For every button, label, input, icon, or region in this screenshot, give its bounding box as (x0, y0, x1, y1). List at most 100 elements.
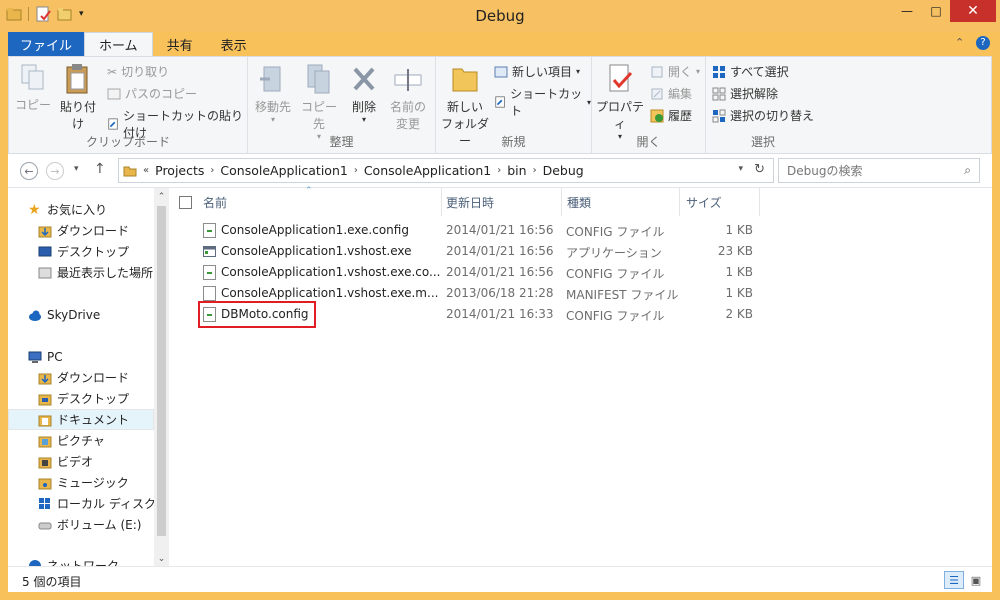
help-icon[interactable]: ? (976, 36, 990, 50)
chevron-right-icon[interactable]: › (210, 165, 214, 176)
file-type: MANIFEST ファイル (566, 288, 679, 302)
breadcrumb-bin[interactable]: bin (507, 163, 526, 178)
recent-locations-dropdown-icon[interactable]: ▾ (74, 164, 79, 174)
copy-to-icon (307, 64, 330, 94)
edit-button[interactable]: 編集 (650, 85, 692, 102)
delete-button[interactable]: 削除 ▾ (346, 63, 382, 124)
nav-pc-volume-e-label: ボリューム (E:) (57, 518, 142, 532)
refresh-icon[interactable]: ↻ (754, 162, 765, 177)
nav-pc[interactable]: PC (8, 346, 154, 367)
arrow-up-icon: ↑ (94, 161, 106, 177)
scrollbar-thumb[interactable] (157, 206, 166, 536)
tab-file[interactable]: ファイル (8, 32, 85, 56)
search-placeholder: Debugの検索 (787, 164, 863, 178)
search-icon[interactable]: ⌕ (964, 163, 971, 178)
file-row[interactable]: ConsoleApplication1.vshost.exe 2014/01/2… (169, 241, 769, 262)
nav-pc-music[interactable]: ミュージック (8, 472, 154, 493)
maximize-button[interactable]: □ (922, 0, 950, 22)
tab-share[interactable]: 共有 (153, 32, 207, 56)
scroll-down-icon[interactable]: ⌄ (154, 554, 169, 564)
tab-view[interactable]: 表示 (207, 32, 261, 56)
address-dropdown-icon[interactable]: ▾ (738, 164, 743, 174)
file-row[interactable]: ConsoleApplication1.vshost.exe.co... 201… (169, 262, 769, 283)
column-header-date[interactable]: 更新日時 (446, 194, 494, 211)
column-divider[interactable] (679, 188, 680, 216)
nav-pc-volume-e[interactable]: ボリューム (E:) (8, 514, 154, 535)
back-button[interactable]: ← (20, 162, 38, 180)
large-icons-view-button[interactable]: ▣ (966, 571, 986, 589)
up-button[interactable]: ↑ (94, 161, 106, 177)
new-item-icon (494, 66, 508, 77)
column-divider[interactable] (441, 188, 442, 216)
column-divider[interactable] (561, 188, 562, 216)
chevron-right-icon[interactable]: › (533, 165, 537, 176)
nav-fav-downloads[interactable]: ダウンロード (8, 220, 154, 241)
nav-fav-recent[interactable]: 最近表示した場所 (8, 262, 154, 283)
nav-pc-downloads[interactable]: ダウンロード (8, 367, 154, 388)
address-field[interactable]: « Projects › ConsoleApplication1 › Console… (118, 158, 774, 183)
chevron-right-icon[interactable]: › (354, 165, 358, 176)
new-item-dropdown-icon: ▾ (576, 67, 581, 76)
nav-favorites[interactable]: ★ お気に入り (8, 199, 154, 220)
nav-skydrive[interactable]: SkyDrive (8, 304, 154, 325)
videos-folder-icon (38, 457, 52, 468)
column-header-name[interactable]: 名前 (203, 194, 227, 211)
select-all-button[interactable]: すべて選択 (712, 63, 789, 80)
breadcrumb-projects[interactable]: Projects (155, 163, 204, 178)
select-none-button[interactable]: 選択解除 (712, 85, 778, 102)
star-icon: ★ (28, 201, 41, 218)
nav-scrollbar[interactable]: ⌃ ⌄ (154, 188, 169, 566)
file-type: CONFIG ファイル (566, 225, 665, 239)
nav-pc-documents[interactable]: ドキュメント (8, 409, 154, 430)
select-all-checkbox[interactable] (179, 196, 192, 209)
rename-button[interactable]: 名前の 変更 (386, 63, 430, 132)
forward-button[interactable]: → (46, 162, 64, 180)
copy-button[interactable]: コピー (15, 63, 51, 113)
shortcut-dropdown-icon: ▾ (586, 97, 591, 107)
nav-pc-desktop[interactable]: デスクトップ (8, 388, 154, 409)
tab-home[interactable]: ホーム (84, 32, 153, 56)
file-date: 2014/01/21 16:56 (446, 265, 554, 279)
nav-pc-pictures[interactable]: ピクチャ (8, 430, 154, 451)
open-button[interactable]: 開く ▾ (650, 63, 700, 80)
column-header-size[interactable]: サイズ (686, 194, 722, 211)
column-divider[interactable] (759, 188, 760, 216)
nav-network[interactable]: ネットワーク (8, 555, 154, 566)
column-header-type[interactable]: 種類 (567, 194, 591, 211)
select-none-icon (712, 87, 726, 100)
new-item-button[interactable]: 新しい項目 ▾ (494, 63, 580, 80)
breadcrumb-debug[interactable]: Debug (543, 163, 584, 178)
nav-fav-desktop[interactable]: デスクトップ (8, 241, 154, 262)
window-title: Debug (475, 7, 525, 25)
ribbon-collapse-icon[interactable]: ⌃ (955, 36, 964, 49)
nav-favorites-label: お気に入り (47, 203, 108, 217)
highlight-box (198, 301, 316, 328)
nav-pc-videos[interactable]: ビデオ (8, 451, 154, 472)
cut-button[interactable]: ✂ 切り取り (107, 63, 169, 80)
scroll-up-icon[interactable]: ⌃ (154, 192, 169, 202)
downloads-folder-icon (38, 373, 52, 384)
minimize-button[interactable]: — (892, 0, 922, 22)
status-bar: 5 個の項目 ☰ ▣ (8, 566, 992, 592)
move-to-button[interactable]: 移動先 ▾ (252, 63, 294, 124)
file-row[interactable]: ConsoleApplication1.exe.config 2014/01/2… (169, 220, 769, 241)
properties-button[interactable]: プロパティ ▾ (594, 63, 646, 141)
network-icon (29, 559, 41, 566)
invert-selection-button[interactable]: 選択の切り替え (712, 107, 814, 124)
breadcrumb-overflow[interactable]: « (143, 165, 149, 176)
history-button[interactable]: 履歴 (650, 107, 692, 124)
chevron-right-icon[interactable]: › (497, 165, 501, 176)
search-input[interactable]: Debugの検索 ⌕ (778, 158, 980, 183)
shortcut-button[interactable]: ショートカット ▾ (494, 85, 591, 119)
breadcrumb-consoleapplication1-inner[interactable]: ConsoleApplication1 (364, 163, 491, 178)
nav-pc-local-disk[interactable]: ローカル ディスク (C (8, 493, 154, 514)
breadcrumb-consoleapplication1[interactable]: ConsoleApplication1 (220, 163, 347, 178)
title-bar: ▾ Debug — □ ✕ (0, 0, 1000, 32)
close-button[interactable]: ✕ (950, 0, 996, 22)
pictures-folder-icon (38, 436, 52, 447)
details-view-button[interactable]: ☰ (944, 571, 964, 589)
properties-icon (609, 64, 633, 92)
copy-to-button[interactable]: コピー先 ▾ (296, 63, 342, 141)
copy-path-button[interactable]: パスのコピー (107, 85, 197, 102)
paste-button[interactable]: 貼り付け (55, 63, 101, 132)
